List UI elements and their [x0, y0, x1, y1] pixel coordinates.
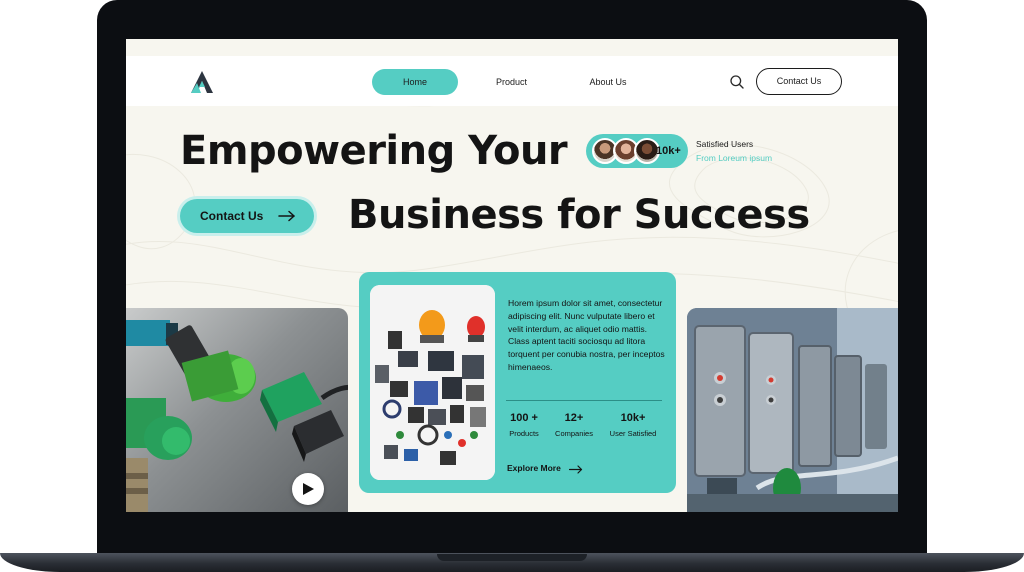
logo-icon[interactable] — [190, 70, 214, 94]
explore-more-link[interactable]: Explore More — [507, 463, 561, 473]
play-icon — [303, 483, 314, 495]
stat-value: 12+ — [564, 412, 584, 424]
stat-label: Companies — [555, 429, 593, 438]
product-card: Horem ipsum dolor sit amet, consectetur … — [359, 272, 676, 493]
hero-contact-button[interactable]: Contact Us — [180, 199, 314, 233]
users-title: Satisfied Users — [696, 139, 754, 149]
site-header: Home Product About Us Contact Us — [126, 56, 898, 106]
header-contact-button[interactable]: Contact Us — [756, 68, 842, 95]
play-video-button[interactable] — [292, 473, 324, 505]
arrow-right-icon[interactable] — [569, 465, 583, 474]
card-divider — [506, 400, 662, 401]
card-description: Horem ipsum dolor sit amet, consectetur … — [508, 298, 665, 372]
control-panel-illustration — [687, 308, 898, 512]
nav-home[interactable]: Home — [372, 69, 458, 95]
electrical-components-illustration — [370, 285, 495, 480]
satisfied-users-badge: 10k+ — [586, 134, 688, 168]
search-icon[interactable] — [729, 74, 745, 90]
stat-products: 100 + Products — [507, 412, 541, 438]
website-screen: Home Product About Us Contact Us Empower… — [126, 39, 898, 512]
nav-product[interactable]: Product — [473, 69, 550, 95]
components-image — [370, 285, 495, 480]
arrow-right-icon — [278, 210, 295, 222]
laptop-notch — [437, 554, 587, 561]
nav-about-us[interactable]: About Us — [568, 69, 648, 95]
stat-value: 10k+ — [620, 412, 646, 424]
stat-label: User Satisfied — [609, 429, 657, 438]
control-panel-image — [687, 308, 898, 512]
stat-users: 10k+ User Satisfied — [605, 412, 661, 438]
users-count: 10k+ — [656, 145, 681, 157]
stat-value: 100 + — [510, 412, 538, 424]
stat-companies: 12+ Companies — [551, 412, 597, 438]
headline-line-2: Business for Success — [348, 192, 810, 238]
sensor-image — [126, 308, 348, 512]
stat-label: Products — [509, 429, 539, 438]
headline-line-1: Empowering Your — [180, 128, 568, 174]
hero-contact-label: Contact Us — [200, 209, 264, 223]
users-subtitle: From Loreum ipsum — [696, 153, 773, 163]
